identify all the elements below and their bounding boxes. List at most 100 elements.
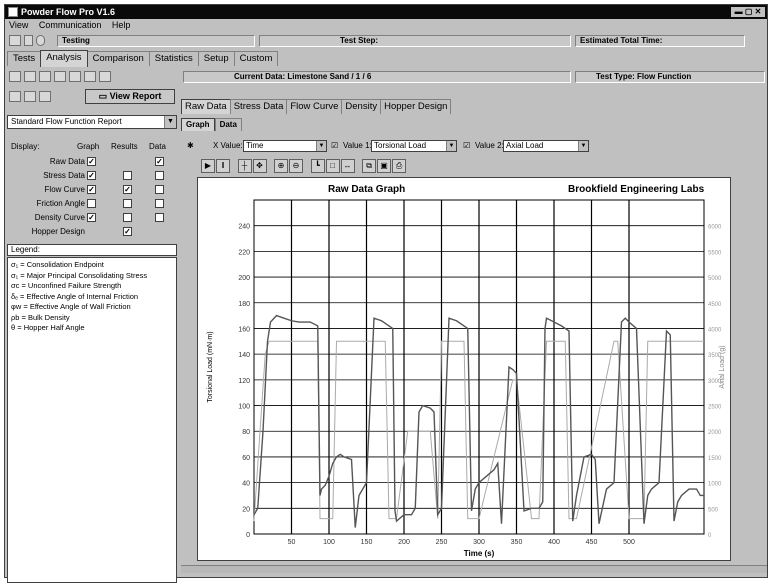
data-checkbox[interactable] [155, 213, 164, 222]
tab-flow-curve[interactable]: Flow Curve [286, 99, 343, 114]
axis-icon[interactable]: ┗ [310, 159, 325, 173]
tab-statistics[interactable]: Statistics [148, 51, 199, 66]
y-tick-label: 100 [238, 404, 250, 411]
delete-icon[interactable] [54, 71, 66, 83]
display-row: Friction Angle [7, 197, 177, 210]
tab-graph[interactable]: Graph [181, 118, 215, 131]
app-window: Powder Flow Pro V1.6 ▬ ▢ ✕ View Communic… [4, 4, 768, 583]
link-icon[interactable] [24, 35, 33, 47]
stop-icon[interactable] [36, 35, 45, 47]
report-type-select[interactable]: Standard Flow Function Report ▼ [7, 115, 177, 129]
tab-data[interactable]: Data [214, 118, 242, 131]
display-row: Raw Data ✓ ✓ [7, 155, 177, 168]
y2-tick-label: 2000 [708, 430, 722, 436]
y2-tick-label: 5500 [708, 250, 722, 256]
data-checkbox[interactable] [155, 199, 164, 208]
tab-raw-data[interactable]: Raw Data [181, 99, 231, 114]
results-checkbox[interactable] [123, 199, 132, 208]
x-tick-label: 150 [361, 539, 373, 546]
legend-item: σ₁ = Major Principal Consolidating Stres… [11, 270, 148, 280]
menu-view[interactable]: View [9, 20, 28, 30]
test-step-field: Test Step: [259, 35, 571, 47]
value1-select[interactable]: Torsional Load ▼ [371, 140, 457, 152]
y-tick-label: 120 [238, 378, 250, 385]
y-tick-label: 180 [238, 301, 250, 308]
list-icon[interactable] [99, 71, 111, 83]
graph-checkbox[interactable]: ✓ [87, 171, 96, 180]
tab-analysis[interactable]: Analysis [40, 50, 88, 67]
view-report-button[interactable]: ▭ View Report [85, 89, 175, 104]
save-icon[interactable] [39, 91, 51, 103]
y2-tick-label: 5000 [708, 276, 722, 282]
results-checkbox[interactable]: ✓ [123, 227, 132, 236]
graph-checkbox[interactable]: ✓ [87, 213, 96, 222]
tab-setup[interactable]: Setup [197, 51, 235, 66]
tab-custom[interactable]: Custom [233, 51, 279, 66]
app-icon [8, 7, 18, 17]
results-checkbox[interactable]: ✓ [123, 185, 132, 194]
play-icon[interactable]: ▶ [201, 159, 215, 173]
data-col-label: Data [149, 142, 166, 151]
results-col-label: Results [111, 142, 138, 151]
data-checkbox[interactable]: ✓ [155, 157, 164, 166]
move-icon[interactable]: ✥ [252, 159, 267, 173]
graph-checkbox[interactable]: ✓ [87, 185, 96, 194]
menu-help[interactable]: Help [112, 20, 131, 30]
legend-item: ρb = Bulk Density [11, 312, 70, 322]
data-checkbox[interactable] [155, 171, 164, 180]
results-checkbox[interactable] [123, 171, 132, 180]
view-report-label: View Report [109, 91, 162, 101]
zoom-out-icon[interactable]: ⊖ [289, 159, 304, 173]
raw-data-chart[interactable]: Raw Data Graph Brookfield Engineering Lab… [197, 177, 731, 561]
value1-checkbox[interactable]: ☑ [331, 139, 338, 153]
graph-toolbar: ▶ ‖ ┼ ✥ ⊕ ⊖ ┗ □ ↔ ⧉ ▣ ⎙ [201, 159, 407, 175]
menu-communication[interactable]: Communication [39, 20, 102, 30]
horizontal-scrollbar[interactable] [181, 565, 767, 573]
legend-item: δₑ = Effective Angle of Internal Frictio… [11, 291, 139, 301]
tab-hopper-design[interactable]: Hopper Design [380, 99, 452, 114]
tab-tests[interactable]: Tests [7, 51, 42, 66]
value1-label: Value 1: [343, 141, 372, 150]
open-icon[interactable] [9, 71, 21, 83]
value2-select[interactable]: Axial Load ▼ [503, 140, 589, 152]
display-row: Density Curve ✓ [7, 211, 177, 224]
x-tick-label: 450 [586, 539, 598, 546]
monitor-icon[interactable] [9, 35, 21, 47]
print-icon[interactable]: ⎙ [392, 159, 407, 173]
close-icon[interactable] [24, 91, 36, 103]
save-graph-icon[interactable]: ▣ [377, 159, 392, 173]
window-controls[interactable]: ▬ ▢ ✕ [731, 7, 765, 17]
display-row-label: Friction Angle [36, 199, 85, 208]
box-icon[interactable]: □ [325, 159, 340, 173]
graph-checkbox[interactable] [87, 199, 96, 208]
pause-icon[interactable]: ‖ [216, 159, 230, 173]
y-tick-label: 240 [238, 224, 250, 231]
y-axis-label: Torsional Load (mN·m) [207, 331, 214, 402]
copy-icon[interactable] [69, 71, 81, 83]
pin-icon[interactable]: ✱ [187, 139, 194, 153]
display-row-label: Density Curve [34, 213, 85, 222]
paste-icon[interactable] [84, 71, 96, 83]
x-value-select[interactable]: Time ▼ [243, 140, 327, 152]
display-row-label: Raw Data [49, 157, 85, 166]
crosshair-icon[interactable]: ┼ [237, 159, 252, 173]
current-data-field: Current Data: Limestone Sand / 1 / 6 [183, 71, 571, 83]
x-value-current: Time [246, 141, 264, 150]
value2-checkbox[interactable]: ☑ [463, 139, 470, 153]
resize-icon[interactable]: ↔ [340, 159, 355, 173]
results-checkbox[interactable] [123, 213, 132, 222]
value2-current: Axial Load [506, 141, 544, 150]
tab-comparison[interactable]: Comparison [86, 51, 150, 66]
zoom-in-icon[interactable]: ⊕ [274, 159, 289, 173]
tab-density[interactable]: Density [341, 99, 382, 114]
open-folder-icon[interactable] [24, 71, 36, 83]
data-checkbox[interactable] [155, 185, 164, 194]
new-report-icon[interactable] [9, 91, 21, 103]
sub-tabs: Raw Data Stress Data Flow Curve Density Hopp… [181, 99, 452, 115]
graph-checkbox[interactable]: ✓ [87, 157, 96, 166]
y2-axis-label: Axial Load (g) [719, 345, 726, 388]
tab-stress-data[interactable]: Stress Data [229, 99, 288, 114]
new-file-icon[interactable] [39, 71, 51, 83]
copy-graph-icon[interactable]: ⧉ [362, 159, 377, 173]
estimated-time-field: Estimated Total Time: [575, 35, 745, 47]
